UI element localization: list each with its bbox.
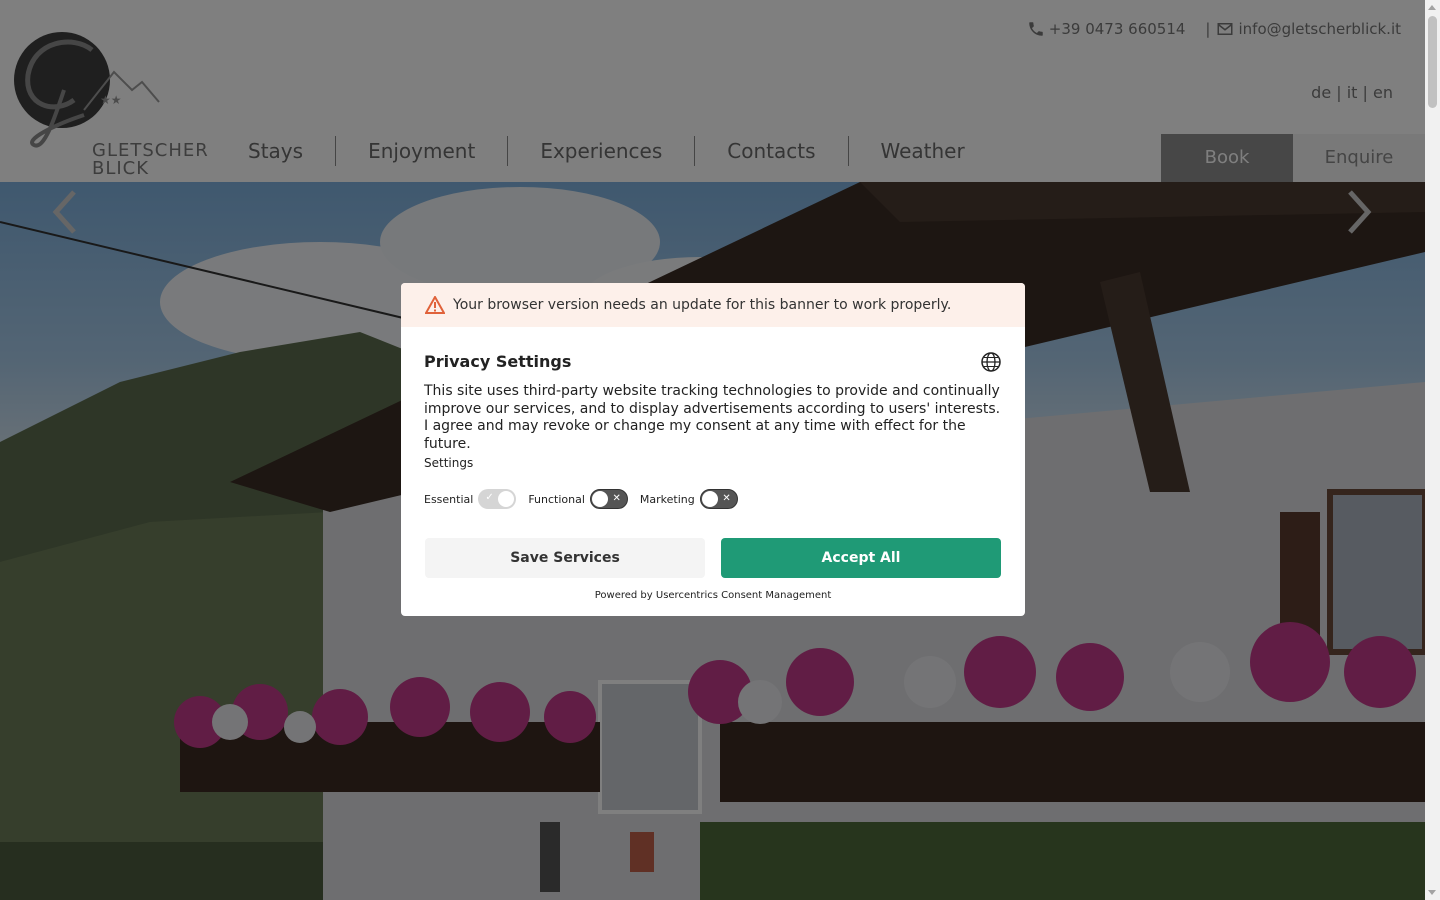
save-services-button[interactable]: Save Services <box>425 538 705 578</box>
settings-label: Settings <box>424 456 474 470</box>
cross-icon: ✕ <box>722 493 731 504</box>
toggle-group-essential: Essential ✓ <box>424 489 517 509</box>
toggle-group-functional: Functional ✕ <box>528 489 628 509</box>
globe-icon[interactable] <box>981 352 1001 372</box>
toggle-knob <box>498 491 515 507</box>
cross-icon: ✕ <box>612 493 621 504</box>
essential-toggle[interactable]: ✓ <box>478 489 517 509</box>
scroll-down-icon[interactable] <box>1428 890 1436 895</box>
privacy-settings-modal: Your browser version needs an update for… <box>401 283 1025 616</box>
toggle-knob <box>591 491 608 507</box>
scroll-thumb[interactable] <box>1428 16 1437 108</box>
functional-toggle[interactable]: ✕ <box>589 489 628 509</box>
toggle-label-marketing: Marketing <box>639 492 695 506</box>
browser-warning-bar: Your browser version needs an update for… <box>401 283 1025 327</box>
accept-all-button[interactable]: Accept All <box>721 538 1001 578</box>
modal-description: This site uses third-party website track… <box>424 383 1001 452</box>
warning-text: Your browser version needs an update for… <box>453 297 952 313</box>
toggle-label-functional: Functional <box>528 492 585 506</box>
toggle-group-marketing: Marketing ✕ <box>640 489 738 509</box>
toggle-label-essential: Essential <box>424 492 474 506</box>
consent-toggles: Essential ✓ Functional ✕ Marketing ✕ <box>424 489 750 509</box>
modal-title: Privacy Settings <box>424 352 572 371</box>
powered-by-link[interactable]: Powered by Usercentrics Consent Manageme… <box>401 590 1025 601</box>
scrollbar[interactable] <box>1425 0 1440 900</box>
warning-icon <box>425 296 445 314</box>
check-icon: ✓ <box>485 492 494 503</box>
marketing-toggle[interactable]: ✕ <box>699 489 738 509</box>
toggle-knob <box>701 491 718 507</box>
scroll-up-icon[interactable] <box>1428 5 1436 10</box>
